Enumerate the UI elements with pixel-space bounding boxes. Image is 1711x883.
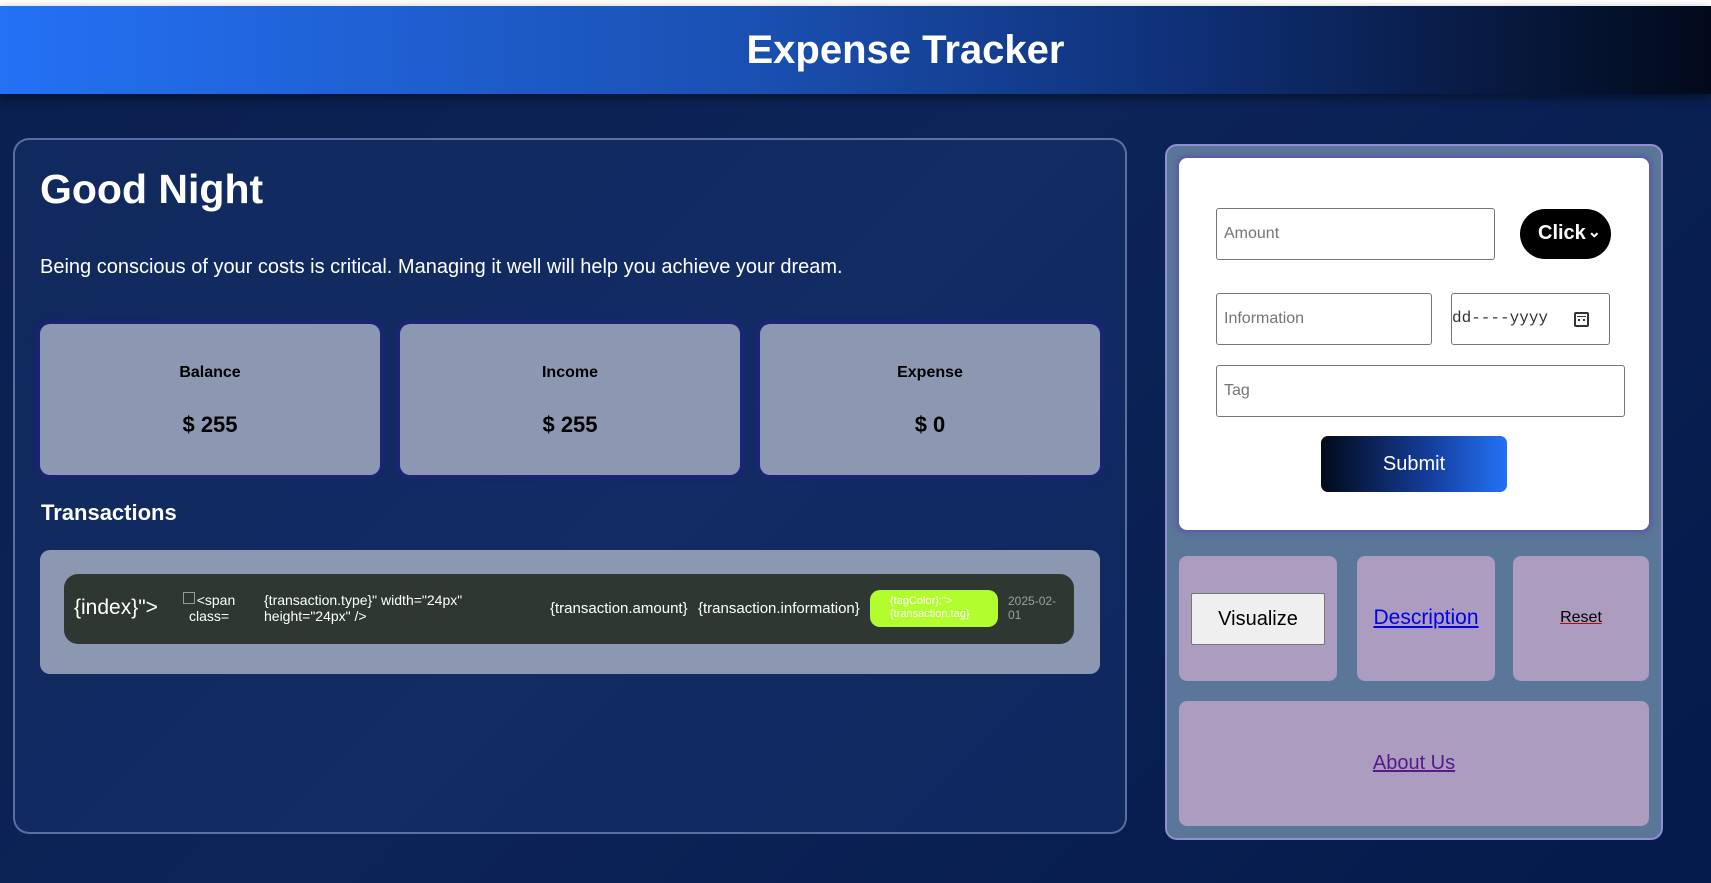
about-us-link[interactable]: About Us <box>1179 752 1649 775</box>
transaction-type-broken-image: <span class= <box>164 592 254 624</box>
transaction-date: 2025-02-01 <box>1008 594 1057 622</box>
date-input[interactable]: dd----yyyy <box>1451 293 1610 345</box>
income-value: $ 255 <box>542 412 598 437</box>
transaction-row[interactable]: {index}"> <span class= {transaction.type… <box>64 574 1074 644</box>
transaction-type-select[interactable]: Click ⌄ <box>1520 209 1611 259</box>
transactions-heading: Transactions <box>41 500 177 525</box>
expense-card: Expense $ 0 <box>760 324 1100 475</box>
tag-input[interactable] <box>1216 365 1625 417</box>
transaction-type-text: {transaction.type}" width="24px" height=… <box>264 592 463 624</box>
expense-value: $ 0 <box>914 412 946 437</box>
visualize-button[interactable]: Visualize <box>1191 593 1325 645</box>
expense-label: Expense <box>897 364 963 381</box>
transactions-list: {index}"> <span class= {transaction.type… <box>40 550 1100 674</box>
app-title: Expense Tracker <box>746 27 1065 72</box>
balance-card: Balance $ 255 <box>40 324 380 475</box>
broken-image-alt-text: <span class= <box>188 592 236 624</box>
balance-label: Balance <box>179 364 241 381</box>
transaction-type-select-value: Click <box>1538 222 1586 244</box>
chevron-down-icon: ⌄ <box>1587 224 1601 241</box>
transaction-information: {transaction.information} <box>698 600 860 617</box>
sidebar-panel: Click ⌄ dd----yyyy Submit Visualize Desc… <box>1165 144 1663 840</box>
amount-input[interactable] <box>1216 208 1495 260</box>
transaction-amount: {transaction.amount} <box>550 600 688 617</box>
broken-image-icon <box>182 592 195 604</box>
calendar-icon[interactable] <box>1574 312 1589 327</box>
balance-value: $ 255 <box>182 412 238 437</box>
visualize-tile: Visualize <box>1179 556 1337 681</box>
submit-button[interactable]: Submit <box>1321 436 1507 492</box>
about-tile: About Us <box>1179 701 1649 826</box>
app-header: Expense Tracker <box>0 6 1711 94</box>
description-link[interactable]: Description <box>1357 606 1495 630</box>
reset-link[interactable]: Reset <box>1513 609 1649 627</box>
information-input[interactable] <box>1216 293 1432 345</box>
greeting-heading: Good Night <box>40 166 264 212</box>
transaction-tag-badge: {tagColor};">{transaction.tag} <box>870 590 998 627</box>
description-tile: Description <box>1357 556 1495 681</box>
tagline-text: Being conscious of your costs is critica… <box>40 256 843 278</box>
transaction-form: Click ⌄ dd----yyyy Submit <box>1179 158 1649 530</box>
transaction-index: {index}"> <box>74 596 158 619</box>
income-card: Income $ 255 <box>400 324 740 475</box>
date-input-value: dd----yyyy <box>1452 309 1549 327</box>
income-label: Income <box>541 364 598 381</box>
reset-tile: Reset <box>1513 556 1649 681</box>
dashboard-panel: Good Night Being conscious of your costs… <box>13 138 1127 834</box>
